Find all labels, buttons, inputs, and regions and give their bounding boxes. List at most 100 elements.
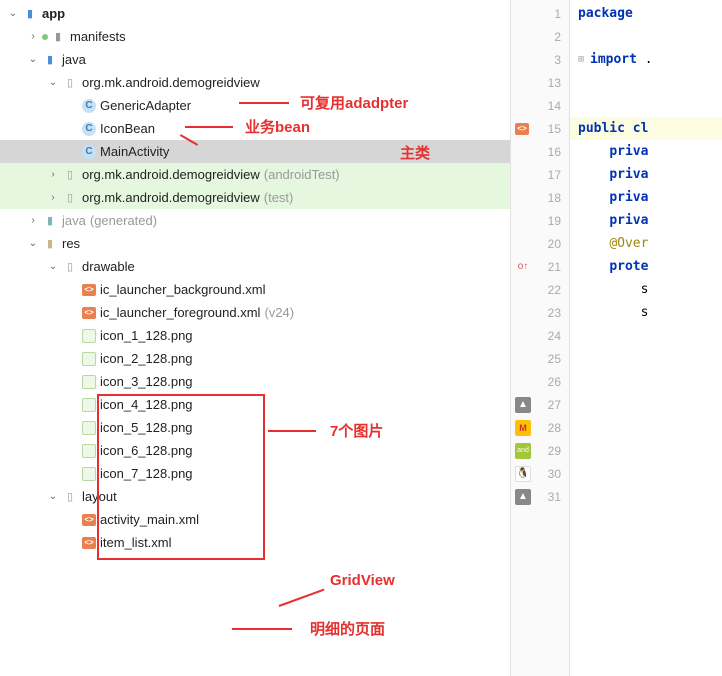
gutter-line[interactable]: 22 [511,278,569,301]
annotation-line [232,628,292,630]
code-line[interactable]: priva [570,186,722,209]
tree-node-res[interactable]: ⌄ ▮ res [0,232,510,255]
code-line[interactable]: package [570,2,722,25]
gutter-line[interactable]: 23 [511,301,569,324]
code-line[interactable]: public cl [570,117,722,140]
xml-file-icon: <> [82,284,96,296]
code-line[interactable] [570,370,722,393]
gutter-image-icon[interactable]: ▲ [515,397,531,413]
gutter-line[interactable]: 1 [511,2,569,25]
tree-node-java-generated[interactable]: › ▮ java (generated) [0,209,510,232]
tree-node-icon-7[interactable]: › icon_7_128.png [0,462,510,485]
gutter-line[interactable]: 18 [511,186,569,209]
gutter-image-icon[interactable]: 🐧 [515,466,531,482]
gutter-image-icon[interactable]: ▲ [515,489,531,505]
chevron-down-icon[interactable]: ⌄ [46,261,60,272]
gutter-line[interactable]: 🐧 30 [511,462,569,485]
tree-node-ic-launcher-bg[interactable]: › <> ic_launcher_background.xml [0,278,510,301]
folder-icon: ▮ [42,52,58,68]
code-line[interactable] [570,94,722,117]
code-line[interactable]: priva [570,163,722,186]
tree-node-icon-2[interactable]: › icon_2_128.png [0,347,510,370]
editor-code[interactable]: package ⊞import . public cl priva priva … [570,0,722,676]
gutter-line[interactable]: 14 [511,94,569,117]
code-line[interactable] [570,324,722,347]
tree-node-icon-1[interactable]: › icon_1_128.png [0,324,510,347]
node-label: MainActivity [100,144,169,159]
node-label: java [62,213,86,228]
node-suffix: (androidTest) [264,167,340,182]
code-line[interactable]: priva [570,140,722,163]
node-label: app [42,6,65,21]
gutter-line[interactable]: 25 [511,347,569,370]
chevron-right-icon[interactable]: › [46,169,60,180]
code-line[interactable] [570,25,722,48]
code-line[interactable] [570,347,722,370]
node-suffix: (test) [264,190,294,205]
chevron-right-icon[interactable]: › [26,31,40,42]
code-line[interactable] [570,439,722,462]
code-line[interactable]: priva [570,209,722,232]
code-line[interactable]: s [570,278,722,301]
code-line[interactable]: prote [570,255,722,278]
override-up-icon[interactable]: o↑ [515,259,531,275]
code-line[interactable] [570,485,722,508]
chevron-down-icon[interactable]: ⌄ [26,54,40,65]
gutter-line[interactable]: ▲ 27 [511,393,569,416]
gutter-line[interactable]: 3 [511,48,569,71]
tree-node-app[interactable]: ⌄ ▮ app [0,2,510,25]
tree-node-item-list-xml[interactable]: › <> item_list.xml [0,531,510,554]
tree-node-icon-4[interactable]: › icon_4_128.png [0,393,510,416]
node-label: icon_4_128.png [100,397,193,412]
chevron-right-icon[interactable]: › [46,192,60,203]
gutter-line[interactable]: 26 [511,370,569,393]
gutter-line[interactable]: ▲ 31 [511,485,569,508]
gutter-line[interactable]: 13 [511,71,569,94]
gutter-line[interactable]: o↑ 21 [511,255,569,278]
tree-node-main-activity[interactable]: › C MainActivity [0,140,510,163]
gutter-line[interactable]: <> 15 [511,117,569,140]
code-line[interactable] [570,393,722,416]
gutter-image-icon[interactable]: and [515,443,531,459]
gutter-line[interactable]: and 29 [511,439,569,462]
chevron-down-icon[interactable]: ⌄ [46,77,60,88]
image-file-icon [82,467,96,481]
tree-node-java[interactable]: ⌄ ▮ java [0,48,510,71]
gutter-image-icon[interactable]: M [515,420,531,436]
tree-node-package-androidtest[interactable]: › ▯ org.mk.android.demogreidview (androi… [0,163,510,186]
gutter-class-icon[interactable]: <> [515,123,529,135]
tree-node-generic-adapter[interactable]: › C GenericAdapter [0,94,510,117]
code-line[interactable]: s [570,301,722,324]
chevron-down-icon[interactable]: ⌄ [26,238,40,249]
chevron-down-icon[interactable]: ⌄ [6,8,20,19]
tree-node-drawable[interactable]: ⌄ ▯ drawable [0,255,510,278]
tree-node-activity-main-xml[interactable]: › <> activity_main.xml [0,508,510,531]
node-suffix: (v24) [264,305,294,320]
tree-node-icon-6[interactable]: › icon_6_128.png [0,439,510,462]
code-line[interactable]: ⊞import . [570,48,722,71]
gutter-line[interactable]: 20 [511,232,569,255]
gutter-line[interactable]: M 28 [511,416,569,439]
image-file-icon [82,329,96,343]
tree-node-ic-launcher-fg[interactable]: › <> ic_launcher_foreground.xml (v24) [0,301,510,324]
chevron-right-icon[interactable]: › [26,215,40,226]
tree-node-icon-bean[interactable]: › C IconBean [0,117,510,140]
gutter-line[interactable]: 24 [511,324,569,347]
tree-node-package-main[interactable]: ⌄ ▯ org.mk.android.demogreidview [0,71,510,94]
tree-node-layout[interactable]: ⌄ ▯ layout [0,485,510,508]
code-line[interactable] [570,71,722,94]
gutter-line[interactable]: 19 [511,209,569,232]
gutter-line[interactable]: 16 [511,140,569,163]
gutter-line[interactable]: 2 [511,25,569,48]
node-label: item_list.xml [100,535,172,550]
code-line[interactable]: @Over [570,232,722,255]
tree-node-manifests[interactable]: › ▮ manifests [0,25,510,48]
code-line[interactable] [570,462,722,485]
fold-icon[interactable]: ⊞ [578,54,588,65]
tree-node-icon-3[interactable]: › icon_3_128.png [0,370,510,393]
code-line[interactable] [570,416,722,439]
chevron-down-icon[interactable]: ⌄ [46,491,60,502]
gutter-line[interactable]: 17 [511,163,569,186]
tree-node-package-test[interactable]: › ▯ org.mk.android.demogreidview (test) [0,186,510,209]
tree-node-icon-5[interactable]: › icon_5_128.png [0,416,510,439]
